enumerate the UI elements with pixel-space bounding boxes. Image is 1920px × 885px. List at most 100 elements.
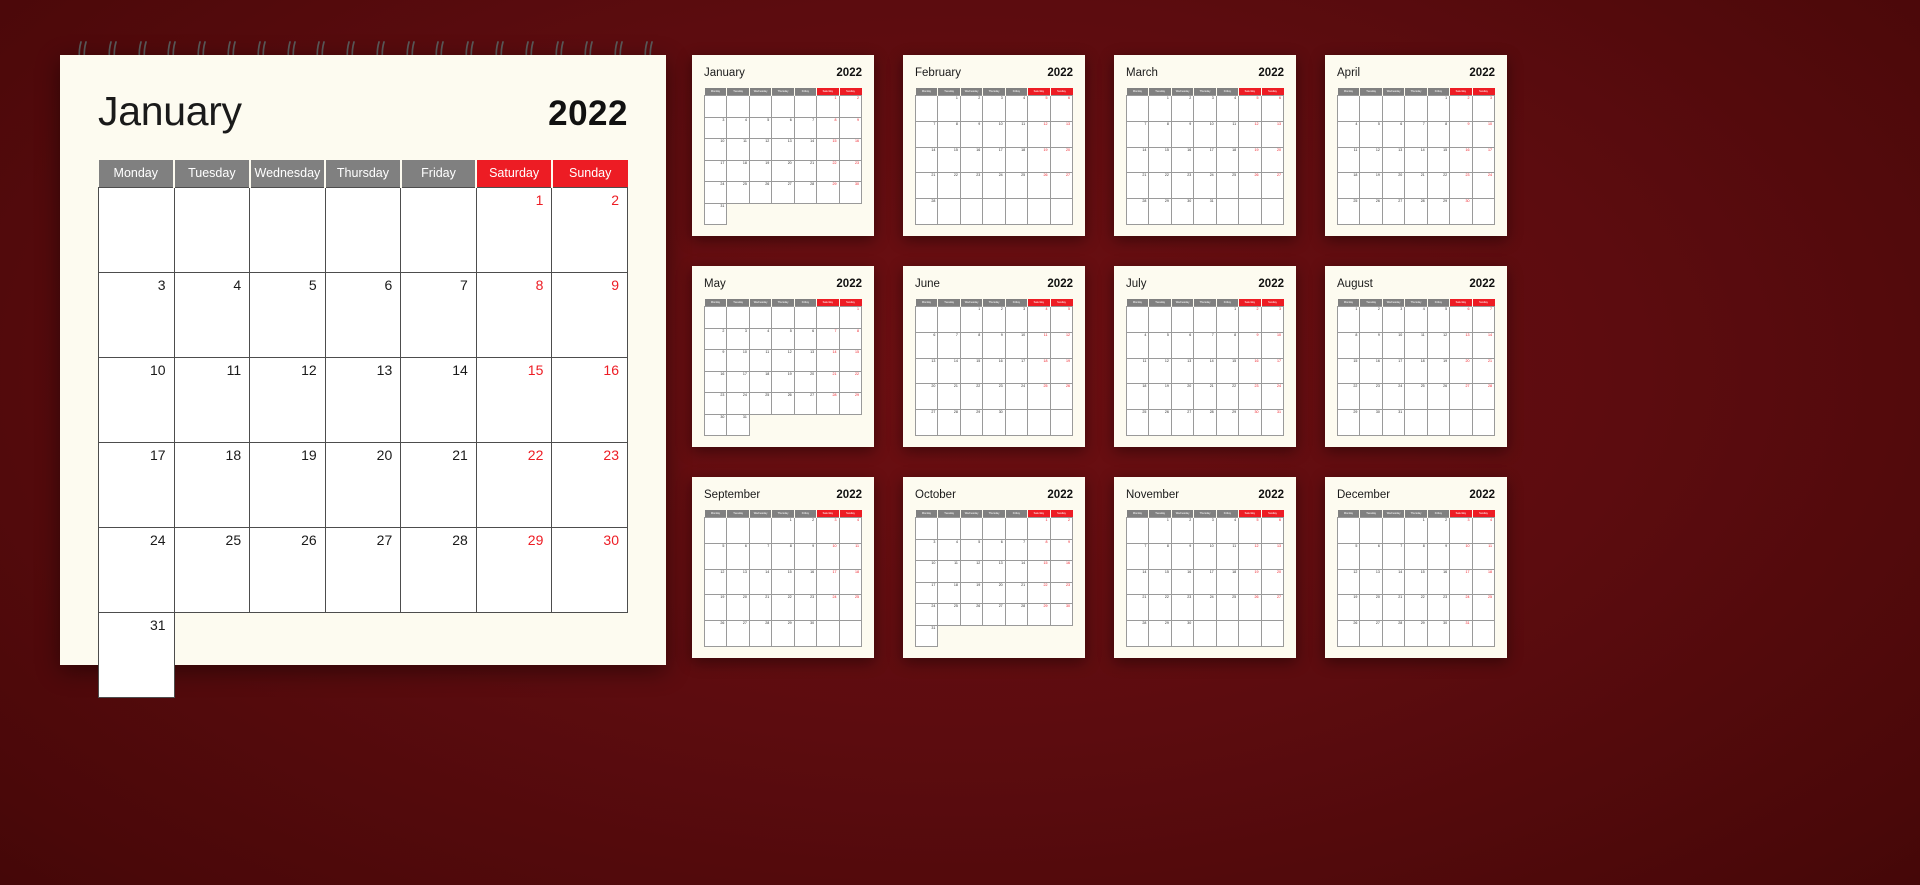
- mini-month-card-december[interactable]: December 2022 Monday Tuesday Wednesday Thursd…: [1325, 477, 1507, 658]
- mini-day-cell[interactable]: 21: [1125, 172, 1150, 200]
- mini-day-cell[interactable]: [937, 306, 961, 333]
- mini-day-cell[interactable]: 22: [1426, 172, 1451, 200]
- mini-day-cell[interactable]: 14: [816, 349, 840, 372]
- mini-month-card-july[interactable]: July 2022 Monday Tuesday Wednesday Thursday Fr…: [1114, 266, 1296, 447]
- mini-day-cell[interactable]: [1004, 198, 1029, 225]
- mini-day-cell[interactable]: 20: [1049, 146, 1074, 174]
- mini-day-cell[interactable]: 9: [703, 349, 728, 372]
- mini-day-cell[interactable]: 1: [1148, 517, 1172, 544]
- mini-day-cell[interactable]: [817, 203, 839, 225]
- mini-day-cell[interactable]: 9: [1426, 542, 1451, 570]
- mini-day-cell[interactable]: 31: [1193, 198, 1217, 225]
- mini-day-cell[interactable]: [748, 517, 773, 544]
- mini-month-card-april[interactable]: April 2022 Monday Tuesday Wednesday Thursday F…: [1325, 55, 1507, 236]
- mini-day-cell[interactable]: 11: [1471, 542, 1496, 570]
- mini-day-cell[interactable]: 18: [937, 581, 961, 604]
- mini-day-cell[interactable]: 29: [1404, 620, 1428, 647]
- mini-day-cell[interactable]: 8: [816, 116, 840, 139]
- mini-day-cell[interactable]: 15: [838, 349, 863, 372]
- mini-day-cell[interactable]: 2: [703, 327, 728, 350]
- mini-day-cell[interactable]: 23: [1449, 172, 1473, 200]
- mini-day-cell[interactable]: [937, 198, 961, 225]
- main-day-cell[interactable]: 31: [98, 611, 175, 698]
- main-day-cell[interactable]: 3: [98, 271, 175, 358]
- mini-day-cell[interactable]: 29: [1148, 198, 1172, 225]
- mini-day-cell[interactable]: 24: [726, 392, 750, 415]
- mini-day-cell[interactable]: 29: [1148, 620, 1172, 647]
- mini-day-cell[interactable]: 8: [937, 120, 961, 148]
- mini-day-cell[interactable]: 20: [1260, 146, 1285, 174]
- mini-day-cell[interactable]: 26: [771, 392, 795, 415]
- mini-day-cell[interactable]: 15: [1027, 560, 1051, 583]
- mini-day-cell[interactable]: 22: [1336, 383, 1361, 411]
- mini-day-cell[interactable]: 20: [793, 370, 818, 393]
- mini-day-cell[interactable]: 28: [816, 392, 840, 415]
- mini-day-cell[interactable]: [1404, 409, 1428, 436]
- mini-day-cell[interactable]: 16: [1170, 146, 1195, 174]
- mini-day-cell[interactable]: 29: [771, 620, 795, 647]
- mini-day-cell[interactable]: [1359, 517, 1383, 544]
- mini-day-cell[interactable]: 25: [937, 603, 961, 626]
- mini-day-cell[interactable]: 1: [959, 306, 984, 333]
- mini-day-cell[interactable]: 6: [1170, 331, 1195, 359]
- mini-day-cell[interactable]: 18: [1336, 172, 1361, 200]
- mini-day-cell[interactable]: 12: [771, 349, 795, 372]
- mini-day-cell[interactable]: 29: [1027, 603, 1051, 626]
- mini-day-cell[interactable]: 9: [838, 116, 863, 139]
- mini-day-cell[interactable]: 10: [1449, 542, 1473, 570]
- mini-day-cell[interactable]: 16: [1449, 146, 1473, 174]
- mini-day-cell[interactable]: 23: [1238, 383, 1262, 411]
- mini-day-cell[interactable]: 20: [1381, 172, 1406, 200]
- mini-day-cell[interactable]: [838, 620, 863, 647]
- mini-day-cell[interactable]: 11: [726, 138, 750, 161]
- mini-day-cell[interactable]: [793, 306, 818, 329]
- mini-day-cell[interactable]: 4: [726, 116, 750, 139]
- mini-day-cell[interactable]: 7: [1125, 120, 1150, 148]
- mini-day-cell[interactable]: 14: [1193, 357, 1217, 385]
- mini-day-cell[interactable]: 1: [1148, 95, 1172, 122]
- mini-day-cell[interactable]: 10: [1260, 331, 1285, 359]
- mini-day-cell[interactable]: 4: [1004, 95, 1029, 122]
- mini-day-cell[interactable]: 6: [914, 331, 939, 359]
- mini-day-cell[interactable]: 18: [726, 159, 750, 182]
- mini-day-cell[interactable]: 9: [1170, 542, 1195, 570]
- mini-day-cell[interactable]: 17: [1260, 357, 1285, 385]
- mini-day-cell[interactable]: 18: [1027, 357, 1051, 385]
- mini-day-cell[interactable]: 30: [982, 409, 1006, 436]
- mini-day-cell[interactable]: 14: [937, 357, 961, 385]
- mini-day-cell[interactable]: 8: [838, 327, 863, 350]
- mini-day-cell[interactable]: 11: [1004, 120, 1029, 148]
- mini-day-cell[interactable]: 3: [1449, 517, 1473, 544]
- mini-day-cell[interactable]: 11: [1125, 357, 1150, 385]
- mini-day-cell[interactable]: 14: [914, 146, 939, 174]
- main-day-cell[interactable]: 8: [475, 271, 553, 358]
- mini-day-cell[interactable]: 11: [1027, 331, 1051, 359]
- mini-day-cell[interactable]: 28: [1381, 620, 1406, 647]
- mini-day-cell[interactable]: 20: [1449, 357, 1473, 385]
- mini-day-cell[interactable]: 6: [1449, 306, 1473, 333]
- mini-day-cell[interactable]: [794, 203, 816, 225]
- mini-day-cell[interactable]: 26: [1148, 409, 1172, 436]
- mini-day-cell[interactable]: 2: [959, 95, 984, 122]
- mini-day-cell[interactable]: 13: [914, 357, 939, 385]
- mini-day-cell[interactable]: 30: [1359, 409, 1383, 436]
- mini-day-cell[interactable]: 25: [1125, 409, 1150, 436]
- mini-day-cell[interactable]: 8: [1426, 120, 1451, 148]
- mini-day-cell[interactable]: 23: [1170, 172, 1195, 200]
- mini-day-cell[interactable]: 6: [1049, 95, 1074, 122]
- mini-day-cell[interactable]: [1193, 306, 1217, 333]
- mini-day-cell[interactable]: 11: [1215, 542, 1240, 570]
- mini-day-cell[interactable]: 19: [1359, 172, 1383, 200]
- mini-day-cell[interactable]: 4: [1125, 331, 1150, 359]
- mini-day-cell[interactable]: [1471, 198, 1496, 225]
- mini-day-cell[interactable]: 7: [914, 120, 939, 148]
- mini-day-cell[interactable]: [839, 203, 861, 225]
- mini-day-cell[interactable]: 4: [1336, 120, 1361, 148]
- mini-day-cell[interactable]: [1125, 95, 1150, 122]
- mini-day-cell[interactable]: 22: [838, 370, 863, 393]
- mini-day-cell[interactable]: 19: [959, 581, 984, 604]
- mini-day-cell[interactable]: 5: [703, 542, 728, 570]
- mini-day-cell[interactable]: [1027, 409, 1051, 436]
- mini-day-cell[interactable]: 28: [1404, 198, 1428, 225]
- main-day-cell[interactable]: 20: [324, 441, 402, 528]
